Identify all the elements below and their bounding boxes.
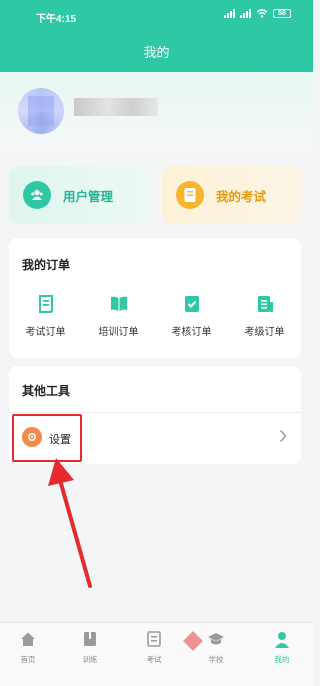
school-icon <box>208 633 224 645</box>
order-item-label: 考级订单 <box>244 327 285 338</box>
profile-icon <box>275 632 289 648</box>
my-exam-button[interactable]: 我的考试 <box>162 166 302 224</box>
tab-profile[interactable]: 我的 <box>262 631 302 665</box>
page-title: 我的 <box>143 45 170 60</box>
tab-exam[interactable]: 考试 <box>134 631 174 665</box>
status-time: 下午4:15 <box>36 14 77 25</box>
signal-icon <box>224 9 235 18</box>
status-icons: 58 <box>224 9 291 18</box>
signal-icon-2 <box>240 9 251 18</box>
exam-icon <box>147 631 161 647</box>
bottom-tab-bar: 首页 训练 考试 学校 我的 <box>0 622 313 686</box>
tab-label: 首页 <box>20 655 36 664</box>
tab-school[interactable]: 学校 <box>196 631 236 665</box>
order-item-training[interactable]: 培训订单 <box>82 294 155 338</box>
chevron-right-icon <box>279 430 287 442</box>
book-icon <box>110 296 127 311</box>
status-bar: 下午4:15 58 <box>0 0 313 28</box>
tab-home[interactable]: 首页 <box>8 631 48 665</box>
order-item-label: 培训订单 <box>98 327 139 338</box>
order-item-exam[interactable]: 考试订单 <box>9 294 82 338</box>
document-list-icon <box>257 296 273 312</box>
annotation-highlight-box <box>12 414 82 462</box>
avatar[interactable] <box>18 88 64 134</box>
tab-label: 考试 <box>146 655 162 664</box>
battery-icon: 58 <box>273 9 291 18</box>
order-item-label: 考核订单 <box>171 327 212 338</box>
order-item-label: 考试订单 <box>25 327 66 338</box>
wifi-icon <box>256 9 268 18</box>
training-icon <box>84 632 96 646</box>
username-blurred <box>74 98 158 116</box>
my-exam-label: 我的考试 <box>216 189 267 204</box>
tab-label: 我的 <box>274 655 290 664</box>
tools-title: 其他工具 <box>22 384 71 398</box>
home-icon <box>21 632 35 646</box>
order-item-assessment[interactable]: 考核订单 <box>155 294 228 338</box>
orders-title: 我的订单 <box>22 258 71 272</box>
user-management-button[interactable]: 用户管理 <box>9 166 149 224</box>
exam-doc-icon <box>176 181 204 209</box>
check-clipboard-icon <box>184 296 199 312</box>
user-management-label: 用户管理 <box>63 189 114 204</box>
order-item-grading[interactable]: 考级订单 <box>228 294 301 338</box>
tab-label: 学校 <box>208 655 224 664</box>
user-group-icon <box>23 181 51 209</box>
tab-label: 训练 <box>82 655 98 664</box>
tab-training[interactable]: 训练 <box>70 631 110 665</box>
exam-order-icon <box>38 295 53 313</box>
orders-panel: 我的订单 考试订单 培训订单 考核订单 考级订单 <box>9 238 301 358</box>
annotation-arrow-icon <box>48 458 92 588</box>
